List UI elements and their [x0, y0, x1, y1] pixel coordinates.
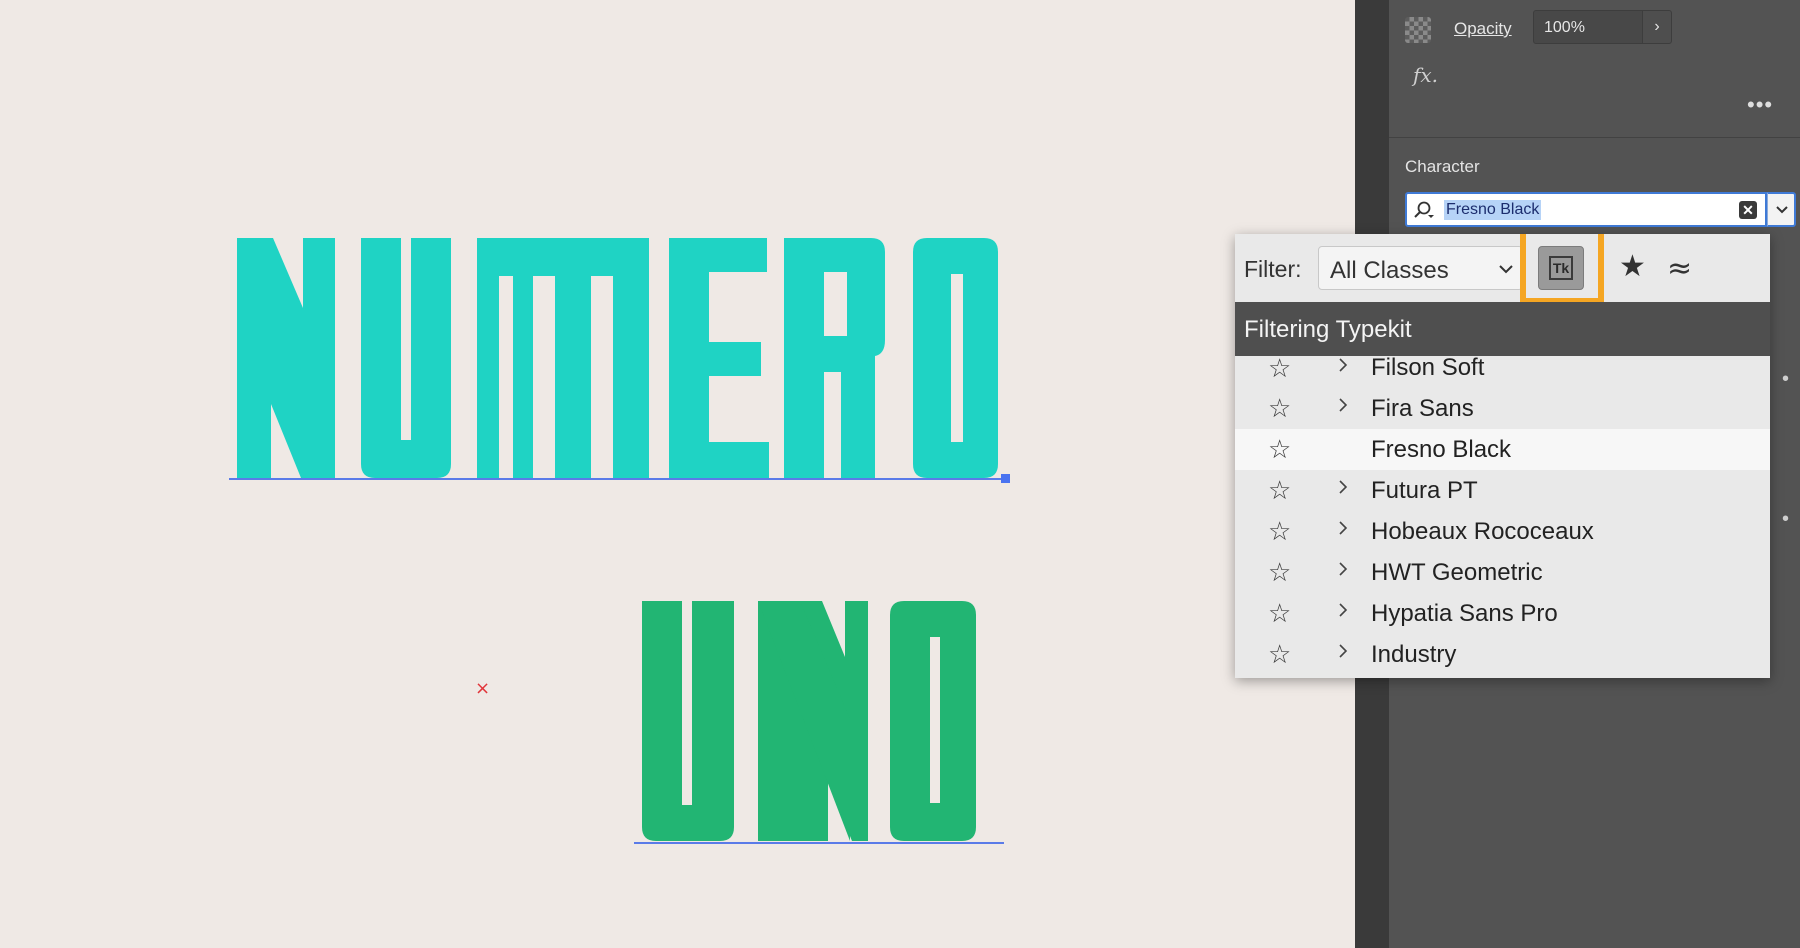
uno-baseline: [634, 842, 1004, 844]
chevron-right-icon[interactable]: [1337, 598, 1349, 622]
panel-dot-icon: •: [1782, 368, 1790, 390]
chevron-right-icon[interactable]: [1337, 516, 1349, 540]
font-name: Industry: [1371, 641, 1457, 668]
font-name: Hobeaux Rococeaux: [1371, 518, 1594, 545]
favorite-star-icon[interactable]: ☆: [1268, 517, 1291, 547]
font-name: Fresno Black: [1371, 436, 1512, 463]
chevron-right-icon[interactable]: [1337, 639, 1349, 663]
panel-divider: [1389, 137, 1800, 138]
font-list-item[interactable]: ☆ Futura PT: [1235, 470, 1770, 511]
favorites-filter-star-icon[interactable]: ★: [1619, 252, 1646, 282]
chevron-right-icon[interactable]: [1337, 393, 1349, 417]
font-class-value: All Classes: [1330, 257, 1449, 284]
font-list-item[interactable]: ☆ HWT Geometric: [1235, 552, 1770, 593]
uno-artwork: [642, 601, 976, 841]
typekit-filter-button[interactable]: Tk: [1538, 246, 1584, 290]
search-icon[interactable]: [1413, 200, 1435, 220]
chevron-right-icon[interactable]: [1337, 557, 1349, 581]
font-list-item[interactable]: ☆ Hypatia Sans Pro: [1235, 593, 1770, 634]
filter-label: Filter:: [1244, 256, 1302, 282]
filter-bar: Filter: All Classes Tk ★ ≈: [1235, 234, 1770, 304]
chevron-down-icon: [1499, 265, 1513, 274]
numero-resize-handle[interactable]: [1001, 474, 1010, 483]
text-object-uno[interactable]: UNO: [640, 599, 1010, 844]
opacity-input[interactable]: 100%: [1533, 10, 1643, 44]
favorite-star-icon[interactable]: ☆: [1268, 599, 1291, 629]
font-list-item[interactable]: ☆ Filson Soft: [1235, 353, 1770, 388]
font-list-toggle-button[interactable]: [1767, 192, 1796, 227]
favorite-star-icon[interactable]: ☆: [1268, 640, 1291, 670]
font-name: Filson Soft: [1371, 354, 1485, 381]
opacity-label[interactable]: Opacity: [1454, 19, 1512, 39]
font-name: Hypatia Sans Pro: [1371, 600, 1558, 627]
typekit-icon: Tk: [1549, 256, 1573, 280]
panel-dot-icon: •: [1782, 508, 1790, 530]
font-list-item[interactable]: ☆ Fira Sans: [1235, 388, 1770, 429]
section-title-character: Character: [1405, 157, 1480, 176]
font-list-item[interactable]: ☆ Hobeaux Rococeaux: [1235, 511, 1770, 552]
opacity-expand-button[interactable]: ›: [1642, 10, 1672, 44]
chevron-right-icon[interactable]: [1337, 475, 1349, 499]
numero-artwork: [237, 238, 998, 478]
font-name: HWT Geometric: [1371, 559, 1543, 586]
similar-fonts-filter-icon[interactable]: ≈: [1667, 254, 1692, 284]
font-list-item[interactable]: ☆ Fresno Black: [1235, 429, 1770, 470]
font-family-value: Fresno Black: [1444, 200, 1542, 220]
favorite-star-icon[interactable]: ☆: [1268, 558, 1291, 588]
filtering-header: Filtering Typekit: [1235, 302, 1770, 356]
more-options-button[interactable]: •••: [1747, 94, 1773, 116]
opacity-checker-icon: [1405, 17, 1431, 43]
origin-marker: ×: [475, 678, 491, 699]
font-name: Futura PT: [1371, 477, 1478, 504]
font-class-select[interactable]: All Classes: [1318, 246, 1523, 290]
favorite-star-icon[interactable]: ☆: [1268, 394, 1291, 424]
artboard-canvas[interactable]: NUMERO UNO: [0, 0, 1355, 948]
favorite-star-icon[interactable]: ☆: [1268, 354, 1291, 384]
favorite-star-icon[interactable]: ☆: [1268, 476, 1291, 506]
clear-search-icon[interactable]: ✕: [1739, 201, 1757, 219]
font-picker-popup: Filter: All Classes Tk ★ ≈ Filtering Typ…: [1235, 234, 1770, 678]
text-object-numero[interactable]: NUMERO: [229, 236, 1009, 481]
fx-icon[interactable]: fx.: [1413, 63, 1438, 87]
chevron-down-icon: [1776, 206, 1788, 214]
numero-baseline: [229, 478, 1005, 480]
font-family-input[interactable]: Fresno Black ✕: [1405, 192, 1767, 227]
favorite-star-icon[interactable]: ☆: [1268, 435, 1291, 465]
font-list-item[interactable]: ☆ Industry: [1235, 634, 1770, 675]
font-list: ☆ Filson Soft ☆ Fira Sans ☆ Fresno Black ☆ Futu…: [1235, 353, 1770, 675]
font-name: Fira Sans: [1371, 395, 1474, 422]
chevron-right-icon[interactable]: [1337, 353, 1349, 377]
